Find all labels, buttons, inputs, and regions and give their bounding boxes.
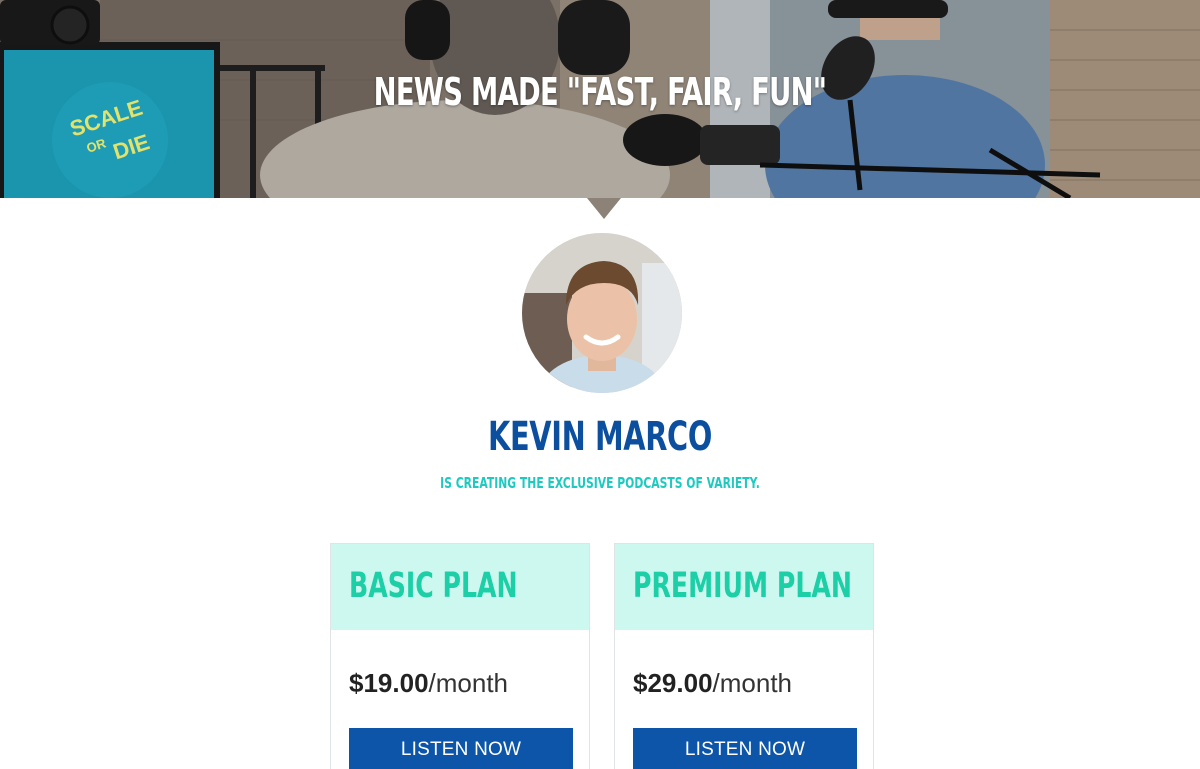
avatar-photo [522, 233, 682, 393]
plan-name: BASIC PLAN [349, 566, 518, 606]
profile-name: KEVIN MARCO [488, 414, 712, 460]
plan-card-premium: PREMIUM PLAN $29.00/month LISTEN NOW [614, 543, 874, 769]
listen-now-button-basic[interactable]: LISTEN NOW [349, 728, 573, 769]
plan-name: PREMIUM PLAN [633, 566, 852, 606]
listen-now-button-premium[interactable]: LISTEN NOW [633, 728, 857, 769]
price-period: /month [428, 668, 509, 698]
price-period: /month [712, 668, 793, 698]
hero-banner: SCALE OR DIE NEWS MADE "FAST, FAIR, FUN" [0, 0, 1200, 198]
plan-header: BASIC PLAN [331, 544, 589, 630]
plan-card-basic: BASIC PLAN $19.00/month LISTEN NOW [330, 543, 590, 769]
price-amount: $29.00 [633, 668, 713, 698]
hero-pointer [587, 198, 621, 219]
page: SCALE OR DIE NEWS MADE "FAST, FAIR, FUN"… [0, 0, 1200, 769]
plan-price: $29.00/month [633, 668, 792, 699]
profile-tagline: IS CREATING THE EXCLUSIVE PODCASTS OF VA… [440, 474, 760, 492]
avatar [522, 233, 682, 393]
hero-title: NEWS MADE "FAST, FAIR, FUN" [373, 70, 827, 114]
plan-price: $19.00/month [349, 668, 508, 699]
plan-header: PREMIUM PLAN [615, 544, 873, 630]
price-amount: $19.00 [349, 668, 429, 698]
